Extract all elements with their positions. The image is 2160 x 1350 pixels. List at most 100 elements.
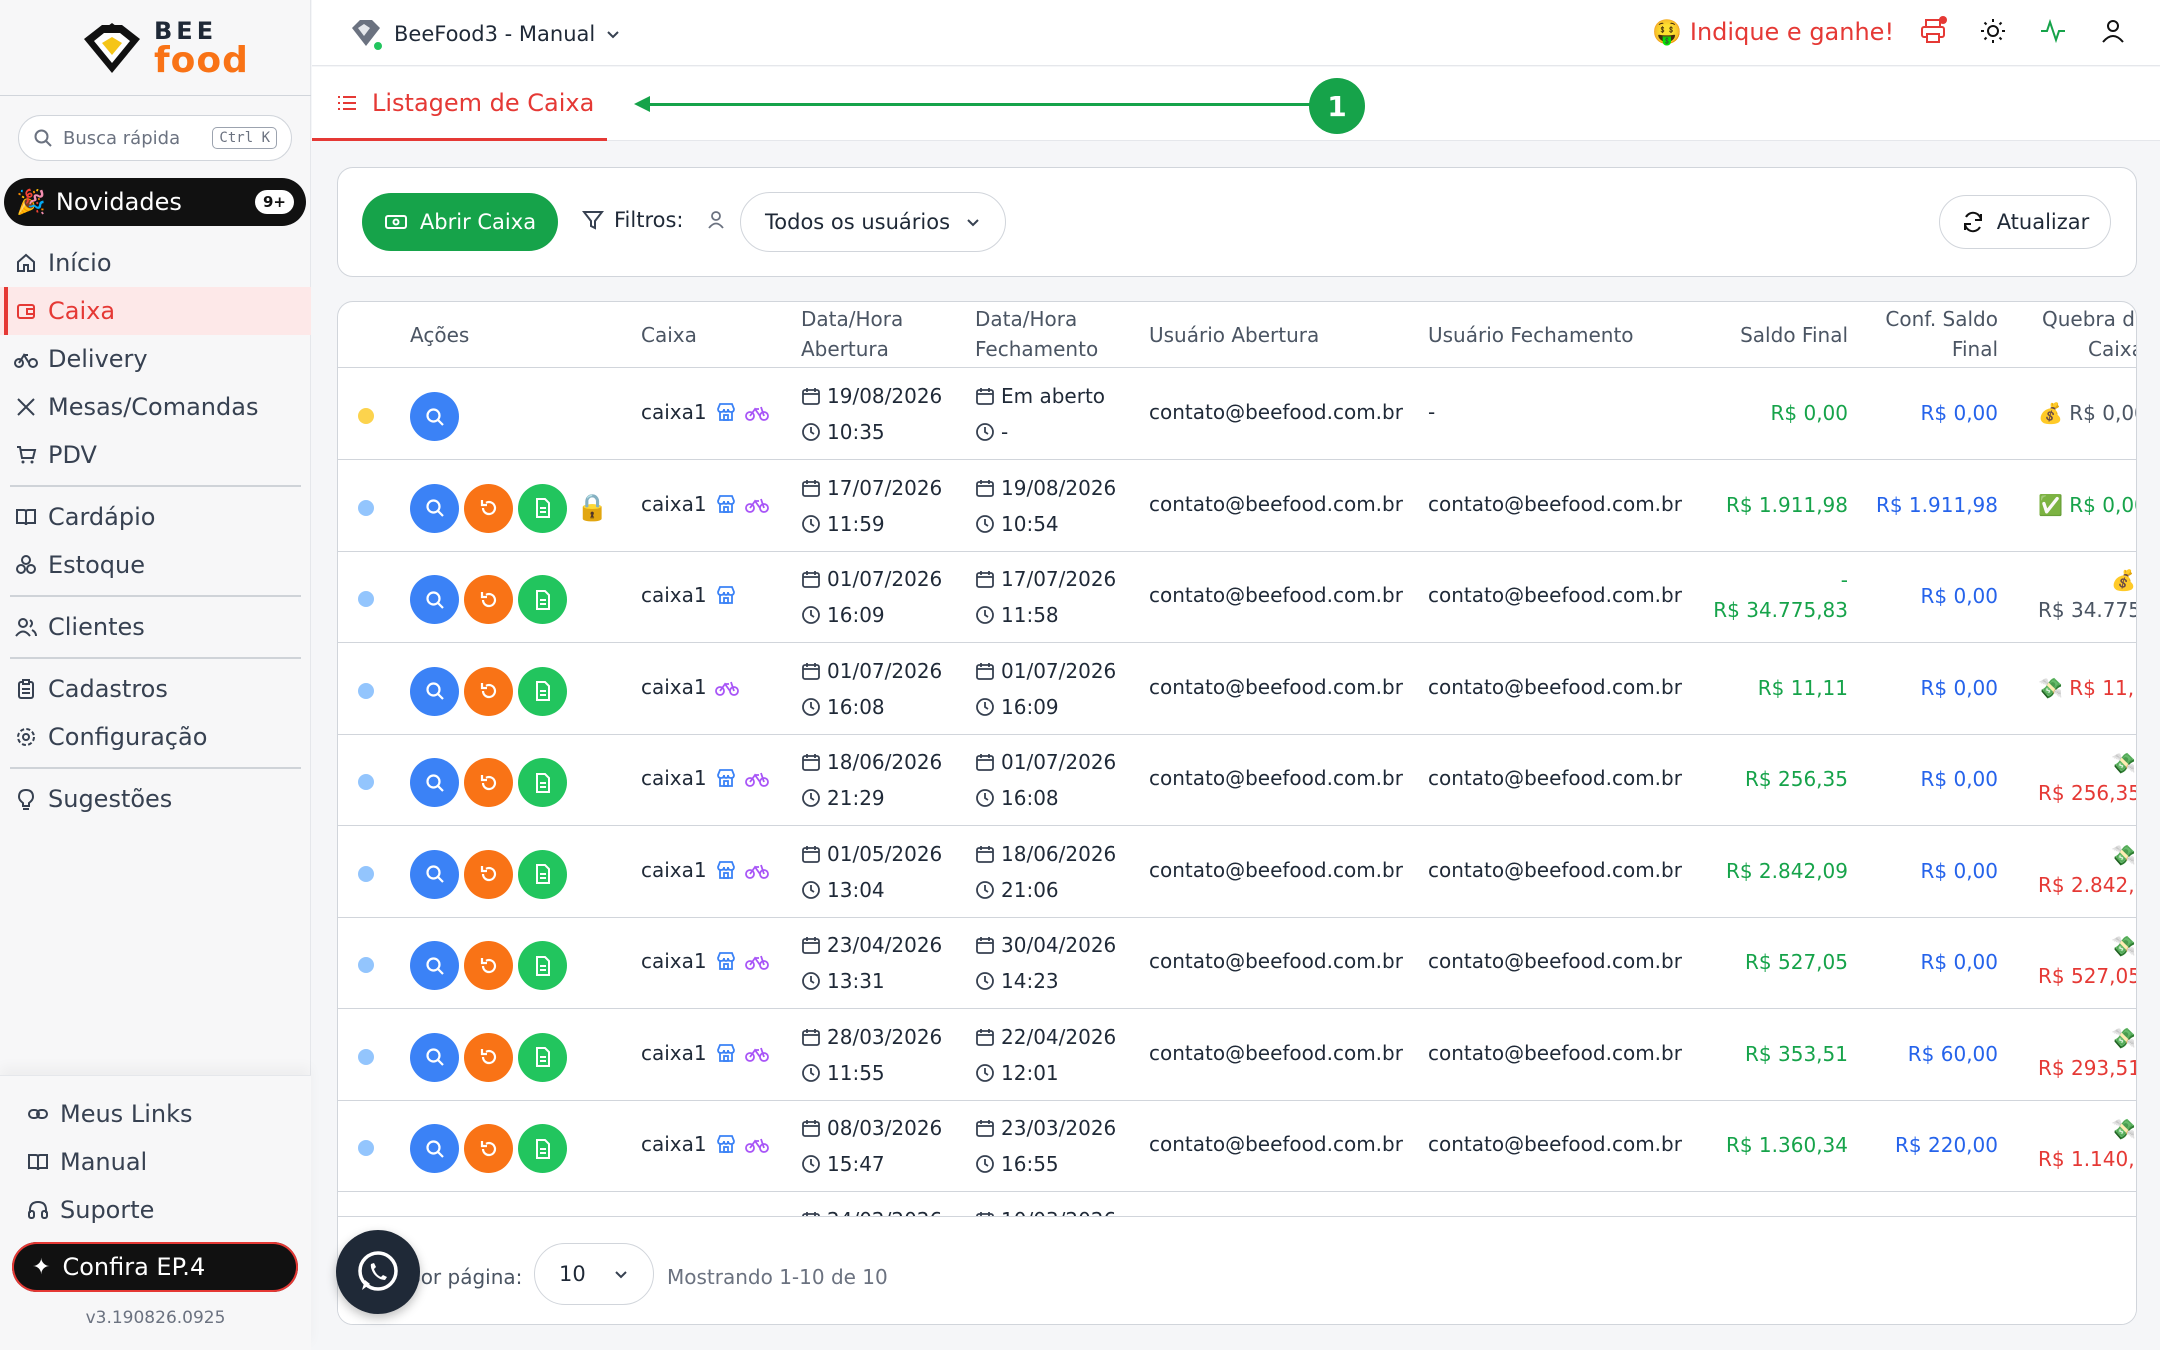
cash-icon <box>384 215 407 229</box>
view-button[interactable] <box>410 575 459 624</box>
reopen-button[interactable] <box>464 1124 513 1173</box>
clock-icon <box>975 697 995 717</box>
report-button[interactable] <box>518 483 567 533</box>
report-button[interactable] <box>518 1124 567 1173</box>
report-button[interactable] <box>518 1032 567 1082</box>
report-button[interactable] <box>518 575 567 624</box>
search-icon <box>424 955 446 977</box>
store-name: BeeFood3 - Manual <box>394 22 596 46</box>
closing-date: Em aberto <box>1001 384 1106 408</box>
open-cashier-button[interactable]: Abrir Caixa <box>362 193 558 251</box>
saldo-final-cell: R$ 2.842,09 <box>1726 856 1848 886</box>
per-page-select[interactable]: 10 <box>534 1243 654 1305</box>
sidebar-item-configuracao[interactable]: Configuração <box>0 713 311 761</box>
reopen-button[interactable] <box>464 849 513 899</box>
header-abertura[interactable]: Data/Hora Abertura <box>801 304 903 364</box>
row-actions <box>410 666 567 716</box>
refresh-button[interactable]: Atualizar <box>1939 195 2111 249</box>
sidebar-item-mesas[interactable]: Mesas/Comandas <box>0 383 311 431</box>
store-selector[interactable]: BeeFood3 - Manual <box>348 16 621 52</box>
calendar-icon <box>801 1027 821 1047</box>
user-icon[interactable] <box>2098 16 2128 50</box>
store-icon <box>715 401 737 423</box>
search-placeholder: Busca rápida <box>63 127 181 149</box>
activity-icon[interactable] <box>2038 16 2068 50</box>
report-button[interactable] <box>518 758 567 807</box>
row-actions <box>410 758 567 807</box>
tab-listagem-caixa[interactable]: Listagem de Caixa <box>312 67 607 141</box>
report-button[interactable] <box>518 941 567 990</box>
logo[interactable]: BEE food <box>80 18 249 80</box>
saldo-final-cell: R$ 353,51 <box>1745 1039 1848 1069</box>
users-select-value: Todos os usuários <box>765 210 951 234</box>
sidebar-item-delivery[interactable]: Delivery <box>0 335 311 383</box>
reopen-button[interactable] <box>464 1032 513 1082</box>
search-icon <box>424 406 446 428</box>
reopen-button[interactable] <box>464 941 513 990</box>
quick-search[interactable]: Busca rápida Ctrl K <box>18 115 292 161</box>
closing-datetime: 23/03/2026 16:55 <box>975 1110 1116 1182</box>
header-abertura-line1: Data/Hora <box>801 307 904 331</box>
report-button[interactable] <box>518 849 567 899</box>
printer-icon[interactable] <box>1918 16 1948 50</box>
calendar-icon <box>975 569 995 589</box>
sidebar-item-sugestoes[interactable]: Sugestões <box>0 775 311 823</box>
sidebar-item-estoque[interactable]: Estoque <box>0 541 311 589</box>
view-button[interactable] <box>410 758 459 807</box>
tab-label: Listagem de Caixa <box>372 88 595 117</box>
bike-icon <box>744 767 769 789</box>
conf-saldo-value: R$ 220,00 <box>1895 1133 1998 1157</box>
status-dot <box>358 591 374 607</box>
view-button[interactable] <box>410 941 459 990</box>
users-select[interactable]: Todos os usuários <box>740 192 1006 252</box>
opening-date: 17/07/2026 <box>827 475 943 500</box>
whatsapp-button[interactable] <box>336 1230 420 1314</box>
table-row: caixa124/02/202610/03/2026 <box>338 1192 2136 1216</box>
opening-datetime: 01/07/2026 16:08 <box>801 653 942 725</box>
header-fechamento[interactable]: Data/Hora Fechamento <box>975 304 1098 364</box>
view-button[interactable] <box>410 1032 459 1082</box>
chevron-down-icon <box>607 31 619 39</box>
closing-date: 01/07/2026 <box>1001 658 1117 683</box>
chevron-down-icon <box>967 219 979 227</box>
sidebar-item-cardapio[interactable]: Cardápio <box>0 493 311 541</box>
caixa-name: caixa1 <box>641 857 707 882</box>
table-row: caixa1 28/03/2026 11:55 22/04/2026 12:01 cont… <box>338 1009 2136 1101</box>
sidebar-item-suporte[interactable]: Suporte <box>12 1186 323 1234</box>
sidebar-item-manual[interactable]: Manual <box>12 1138 323 1186</box>
annotation-step-badge: 1 <box>1309 78 1365 134</box>
search-icon <box>34 129 52 147</box>
sidebar-item-caixa[interactable]: Caixa <box>0 287 311 335</box>
sidebar-item-inicio[interactable]: Início <box>0 239 311 287</box>
view-button[interactable] <box>410 666 459 716</box>
header-abertura-line2: Abertura <box>801 337 889 361</box>
reopen-button[interactable] <box>464 483 513 533</box>
saldo-final-value: R$ 353,51 <box>1745 1041 1848 1066</box>
sidebar-item-clientes[interactable]: Clientes <box>0 603 311 651</box>
reopen-button[interactable] <box>464 575 513 624</box>
view-button[interactable] <box>410 483 459 533</box>
referral-link[interactable]: 🤑 Indique e ganhe! <box>1652 18 1894 46</box>
report-button[interactable] <box>518 666 567 716</box>
sparkle-icon: ✦ <box>32 1254 51 1280</box>
whatsapp-icon <box>358 1251 398 1291</box>
confira-button[interactable]: ✦ Confira EP.4 <box>12 1242 298 1292</box>
view-button[interactable] <box>410 1124 459 1173</box>
sidebar-item-cadastros[interactable]: Cadastros <box>0 665 311 713</box>
reopen-button[interactable] <box>464 758 513 807</box>
reopen-button[interactable] <box>464 666 513 716</box>
news-button[interactable]: 🎉 Novidades 9+ <box>4 178 306 226</box>
sidebar-item-meus-links[interactable]: Meus Links <box>12 1090 323 1138</box>
reopen-icon <box>478 589 500 611</box>
view-button[interactable] <box>410 849 459 899</box>
calendar-icon <box>975 661 995 681</box>
filter-icon <box>582 211 604 230</box>
sun-icon[interactable] <box>1978 16 2008 50</box>
quebra-emoji-icon: 💰 <box>2038 401 2063 425</box>
caixa-name: caixa1 <box>641 766 707 790</box>
report-icon <box>532 589 554 611</box>
quebra-emoji-icon: ✅ <box>2038 492 2063 517</box>
view-button[interactable] <box>410 392 459 441</box>
closing-datetime: 19/08/2026 10:54 <box>975 470 1116 542</box>
sidebar-item-pdv[interactable]: PDV <box>0 431 311 479</box>
